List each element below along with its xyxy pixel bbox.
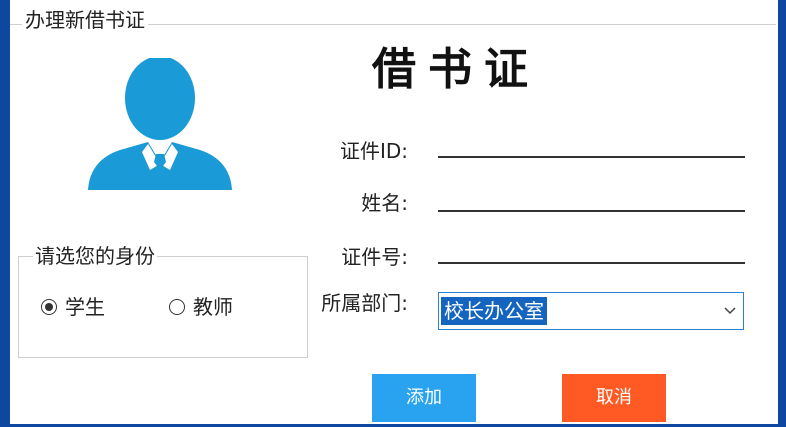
add-button[interactable]: 添加 <box>372 374 476 422</box>
radio-student[interactable]: 学生 <box>41 293 105 321</box>
role-group: 请选您的身份 学生 教师 <box>18 242 308 358</box>
dept-selected-value: 校长办公室 <box>441 297 547 325</box>
role-group-title: 请选您的身份 <box>33 242 157 270</box>
radio-student-label: 学生 <box>65 295 105 319</box>
borrow-card-window: 办理新借书证 借书证 证件ID: 姓名: 证件号: 所属部门: 校长办公室 请选… <box>10 0 778 424</box>
radio-checked-icon[interactable] <box>41 299 57 315</box>
id-label: 证件ID: <box>339 139 408 163</box>
cancel-button[interactable]: 取消 <box>562 374 666 422</box>
number-input[interactable] <box>438 238 745 264</box>
radio-teacher-label: 教师 <box>193 295 233 319</box>
dept-label: 所属部门: <box>321 291 408 315</box>
user-avatar-icon <box>88 58 232 190</box>
number-label: 证件号: <box>341 245 408 269</box>
name-input[interactable] <box>438 186 745 212</box>
dept-select[interactable]: 校长办公室 <box>438 292 744 330</box>
radio-unchecked-icon[interactable] <box>169 299 185 315</box>
id-input[interactable] <box>438 132 745 158</box>
card-title: 借书证 <box>372 44 540 95</box>
radio-teacher[interactable]: 教师 <box>169 293 233 321</box>
name-label: 姓名: <box>361 191 408 215</box>
chevron-down-icon <box>724 307 736 315</box>
group-title: 办理新借书证 <box>22 8 148 32</box>
